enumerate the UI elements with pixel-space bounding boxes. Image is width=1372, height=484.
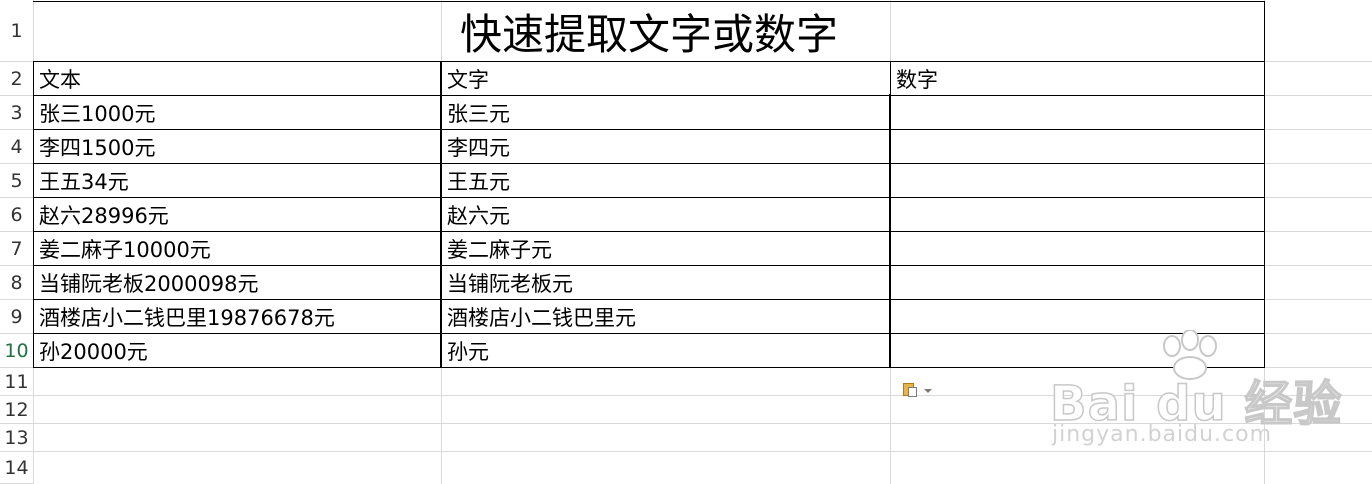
- row-number[interactable]: 6: [0, 198, 33, 232]
- border-line: [33, 163, 1265, 164]
- header-cell-numbers[interactable]: 数字: [891, 62, 1264, 95]
- row-number[interactable]: 4: [0, 130, 33, 164]
- text-cell[interactable]: 孙20000元: [34, 334, 440, 367]
- words-cell[interactable]: 孙元: [442, 334, 889, 367]
- words-cell[interactable]: 王五元: [442, 164, 889, 197]
- text-cell[interactable]: 当铺阮老板2000098元: [34, 266, 440, 299]
- words-cell[interactable]: 张三元: [442, 96, 889, 129]
- row-number[interactable]: 5: [0, 164, 33, 198]
- row-header-column: 1 2 3 4 5 6 7 8 9 10 11 12 13 14: [0, 0, 34, 484]
- paste-options-button[interactable]: [902, 380, 942, 398]
- border-line: [33, 231, 1265, 232]
- row-number[interactable]: 10: [0, 334, 33, 368]
- paste-options-icon: [902, 381, 918, 397]
- border-line: [33, 197, 1265, 198]
- border-line: [889, 94, 891, 368]
- words-cell[interactable]: 姜二麻子元: [442, 232, 889, 265]
- text-cell[interactable]: 姜二麻子10000元: [34, 232, 440, 265]
- border-line: [33, 1, 1265, 2]
- row-number[interactable]: 13: [0, 424, 33, 452]
- border-line: [33, 333, 1265, 334]
- border-line: [890, 61, 891, 95]
- row-number[interactable]: 3: [0, 96, 33, 130]
- numbers-cell[interactable]: [891, 266, 1264, 299]
- border-line: [33, 129, 1265, 130]
- row-number[interactable]: 1: [0, 0, 33, 62]
- text-cell[interactable]: 李四1500元: [34, 130, 440, 163]
- grid-row-line: [33, 423, 1372, 424]
- row-number[interactable]: 9: [0, 300, 33, 334]
- numbers-cell[interactable]: [891, 198, 1264, 231]
- grid-row-line: [33, 395, 1372, 396]
- words-cell[interactable]: 当铺阮老板元: [442, 266, 889, 299]
- numbers-cell[interactable]: [891, 130, 1264, 163]
- row-number[interactable]: 11: [0, 368, 33, 396]
- numbers-cell[interactable]: [891, 164, 1264, 197]
- numbers-cell[interactable]: [891, 96, 1264, 129]
- row-number[interactable]: 12: [0, 396, 33, 424]
- border-line: [33, 265, 1265, 266]
- spreadsheet: 1 2 3 4 5 6 7 8 9 10 11 12 13 14 快速提取文字或数字 文本 文字 数字 张…: [0, 0, 1372, 484]
- grid-row-line: [33, 451, 1372, 452]
- border-line: [1264, 1, 1265, 62]
- border-line: [440, 61, 442, 368]
- sheet-title-cell[interactable]: 快速提取文字或数字: [34, 2, 1264, 61]
- header-cell-text[interactable]: 文本: [34, 62, 440, 95]
- row-number[interactable]: 14: [0, 452, 33, 484]
- border-line: [33, 367, 1265, 368]
- text-cell[interactable]: 张三1000元: [34, 96, 440, 129]
- numbers-cell[interactable]: [891, 334, 1264, 367]
- border-line: [1264, 61, 1265, 368]
- words-cell[interactable]: 酒楼店小二钱巴里元: [442, 300, 889, 333]
- chevron-down-icon: [924, 389, 932, 393]
- border-line: [33, 61, 34, 368]
- row-number[interactable]: 2: [0, 62, 33, 96]
- numbers-cell[interactable]: [891, 232, 1264, 265]
- border-line: [33, 61, 1265, 62]
- text-cell[interactable]: 王五34元: [34, 164, 440, 197]
- row-number[interactable]: 7: [0, 232, 33, 266]
- border-line: [33, 95, 1265, 96]
- words-cell[interactable]: 李四元: [442, 130, 889, 163]
- text-cell[interactable]: 赵六28996元: [34, 198, 440, 231]
- header-cell-words[interactable]: 文字: [442, 62, 889, 95]
- numbers-cell[interactable]: [891, 300, 1264, 333]
- text-cell[interactable]: 酒楼店小二钱巴里19876678元: [34, 300, 440, 333]
- words-cell[interactable]: 赵六元: [442, 198, 889, 231]
- row-number[interactable]: 8: [0, 266, 33, 300]
- border-line: [33, 299, 1265, 300]
- watermark-url: jingyan.baidu.com: [1052, 422, 1273, 447]
